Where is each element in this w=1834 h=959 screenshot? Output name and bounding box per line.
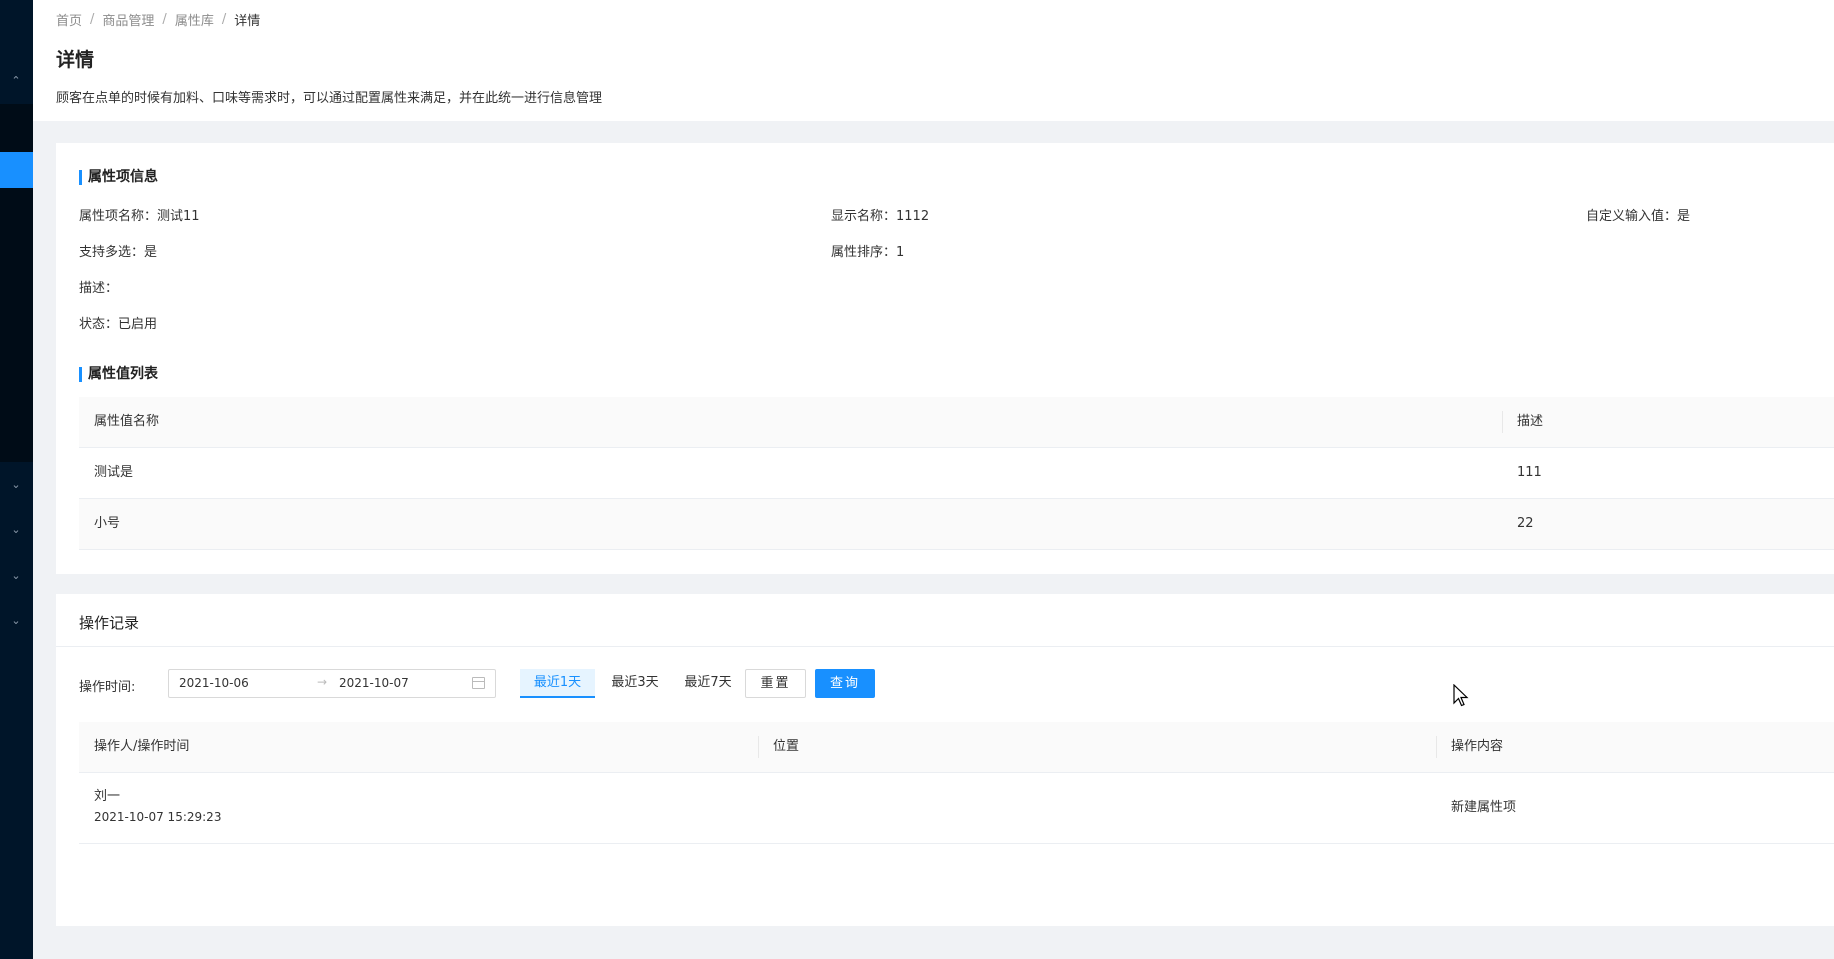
operation-records-card: 操作记录 操作时间: 2021-10-06 → 2021-10-07 最近1天 … [56, 594, 1834, 926]
column-divider [1502, 411, 1503, 433]
filter-label: 操作时间: [79, 680, 136, 695]
sidebar-item-active[interactable] [0, 152, 33, 188]
quick-range-3day[interactable]: 最近3天 [603, 669, 667, 698]
attr-display-name: 显示名称：1112 [831, 209, 930, 224]
records-title: 操作记录 [79, 614, 140, 632]
chevron-down-icon[interactable]: ⌄ [8, 477, 24, 493]
range-arrow-icon: → [317, 675, 328, 689]
calendar-icon[interactable] [472, 677, 485, 689]
quick-range-7day[interactable]: 最近7天 [676, 669, 740, 698]
column-header-content: 操作内容 [1451, 739, 1504, 754]
mouse-cursor-icon [1453, 684, 1469, 707]
column-header-value-name: 属性值名称 [94, 414, 160, 429]
table-header-row: 操作人/操作时间 位置 操作内容 [79, 722, 1834, 773]
value-desc-cell: 111 [1517, 465, 1542, 480]
attr-info-section-title: 属性项信息 [79, 170, 158, 185]
attr-custom-input: 自定义输入值：是 [1586, 209, 1691, 224]
attr-sort: 属性排序：1 [831, 245, 905, 260]
operation-time: 2021-10-07 15:29:23 [94, 810, 222, 824]
main-content: 首页 / 商品管理 / 属性库 / 详情 详情 顾客在点单的时候有加料、口味等需… [33, 0, 1834, 959]
page-description: 顾客在点单的时候有加料、口味等需求时，可以通过配置属性来满足，并在此统一进行信息… [56, 91, 603, 106]
reset-button[interactable]: 重置 [745, 669, 806, 698]
operation-content: 新建属性项 [1451, 800, 1517, 815]
page-title: 详情 [56, 49, 95, 71]
table-header-row: 属性值名称 描述 [79, 397, 1834, 448]
chevron-down-icon[interactable]: ⌄ [8, 522, 24, 538]
divider [56, 646, 1834, 647]
table-row: 刘一 2021-10-07 15:29:23 新建属性项 [79, 773, 1834, 844]
breadcrumb-separator: / [162, 12, 167, 27]
breadcrumb-separator: / [90, 12, 95, 27]
value-name-cell: 测试是 [94, 465, 134, 480]
breadcrumb-home[interactable]: 首页 [56, 10, 82, 29]
breadcrumb-attribute-library[interactable]: 属性库 [175, 10, 214, 29]
column-divider [1436, 736, 1437, 758]
breadcrumb-current: 详情 [234, 14, 261, 29]
end-date-input[interactable]: 2021-10-07 [339, 676, 409, 690]
table-row: 测试是 111 [79, 448, 1834, 499]
attr-description: 描述： [79, 281, 119, 296]
attribute-detail-card: 属性项信息 属性项名称：测试11 显示名称：1112 自定义输入值：是 支持多选… [56, 143, 1834, 574]
value-name-cell: 小号 [94, 516, 121, 531]
column-header-location: 位置 [773, 739, 800, 754]
chevron-up-icon[interactable]: ⌃ [8, 73, 24, 89]
value-list-section-title: 属性值列表 [79, 367, 158, 382]
table-row: 小号 22 [79, 499, 1834, 550]
chevron-down-icon[interactable]: ⌄ [8, 568, 24, 584]
date-range-picker[interactable]: 2021-10-06 → 2021-10-07 [168, 669, 496, 698]
chevron-down-icon[interactable]: ⌄ [8, 613, 24, 629]
quick-range-1day[interactable]: 最近1天 [520, 669, 595, 698]
attr-name: 属性项名称：测试11 [79, 209, 200, 224]
operator-name: 刘一 [94, 789, 121, 804]
page-header: 首页 / 商品管理 / 属性库 / 详情 详情 顾客在点单的时候有加料、口味等需… [33, 0, 1834, 121]
attr-status: 状态：已启用 [79, 317, 158, 332]
start-date-input[interactable]: 2021-10-06 [179, 676, 249, 690]
breadcrumb: 首页 / 商品管理 / 属性库 / 详情 [56, 10, 260, 29]
query-button[interactable]: 查询 [815, 669, 875, 698]
column-header-description: 描述 [1517, 414, 1544, 429]
attr-multi-select: 支持多选：是 [79, 245, 158, 260]
column-header-operator: 操作人/操作时间 [94, 739, 190, 754]
sidebar: ⌃ ⌄ ⌄ ⌄ ⌄ [0, 0, 33, 959]
value-desc-cell: 22 [1517, 516, 1534, 531]
column-divider [758, 736, 759, 758]
breadcrumb-product-management[interactable]: 商品管理 [102, 10, 154, 29]
breadcrumb-separator: / [221, 12, 227, 27]
